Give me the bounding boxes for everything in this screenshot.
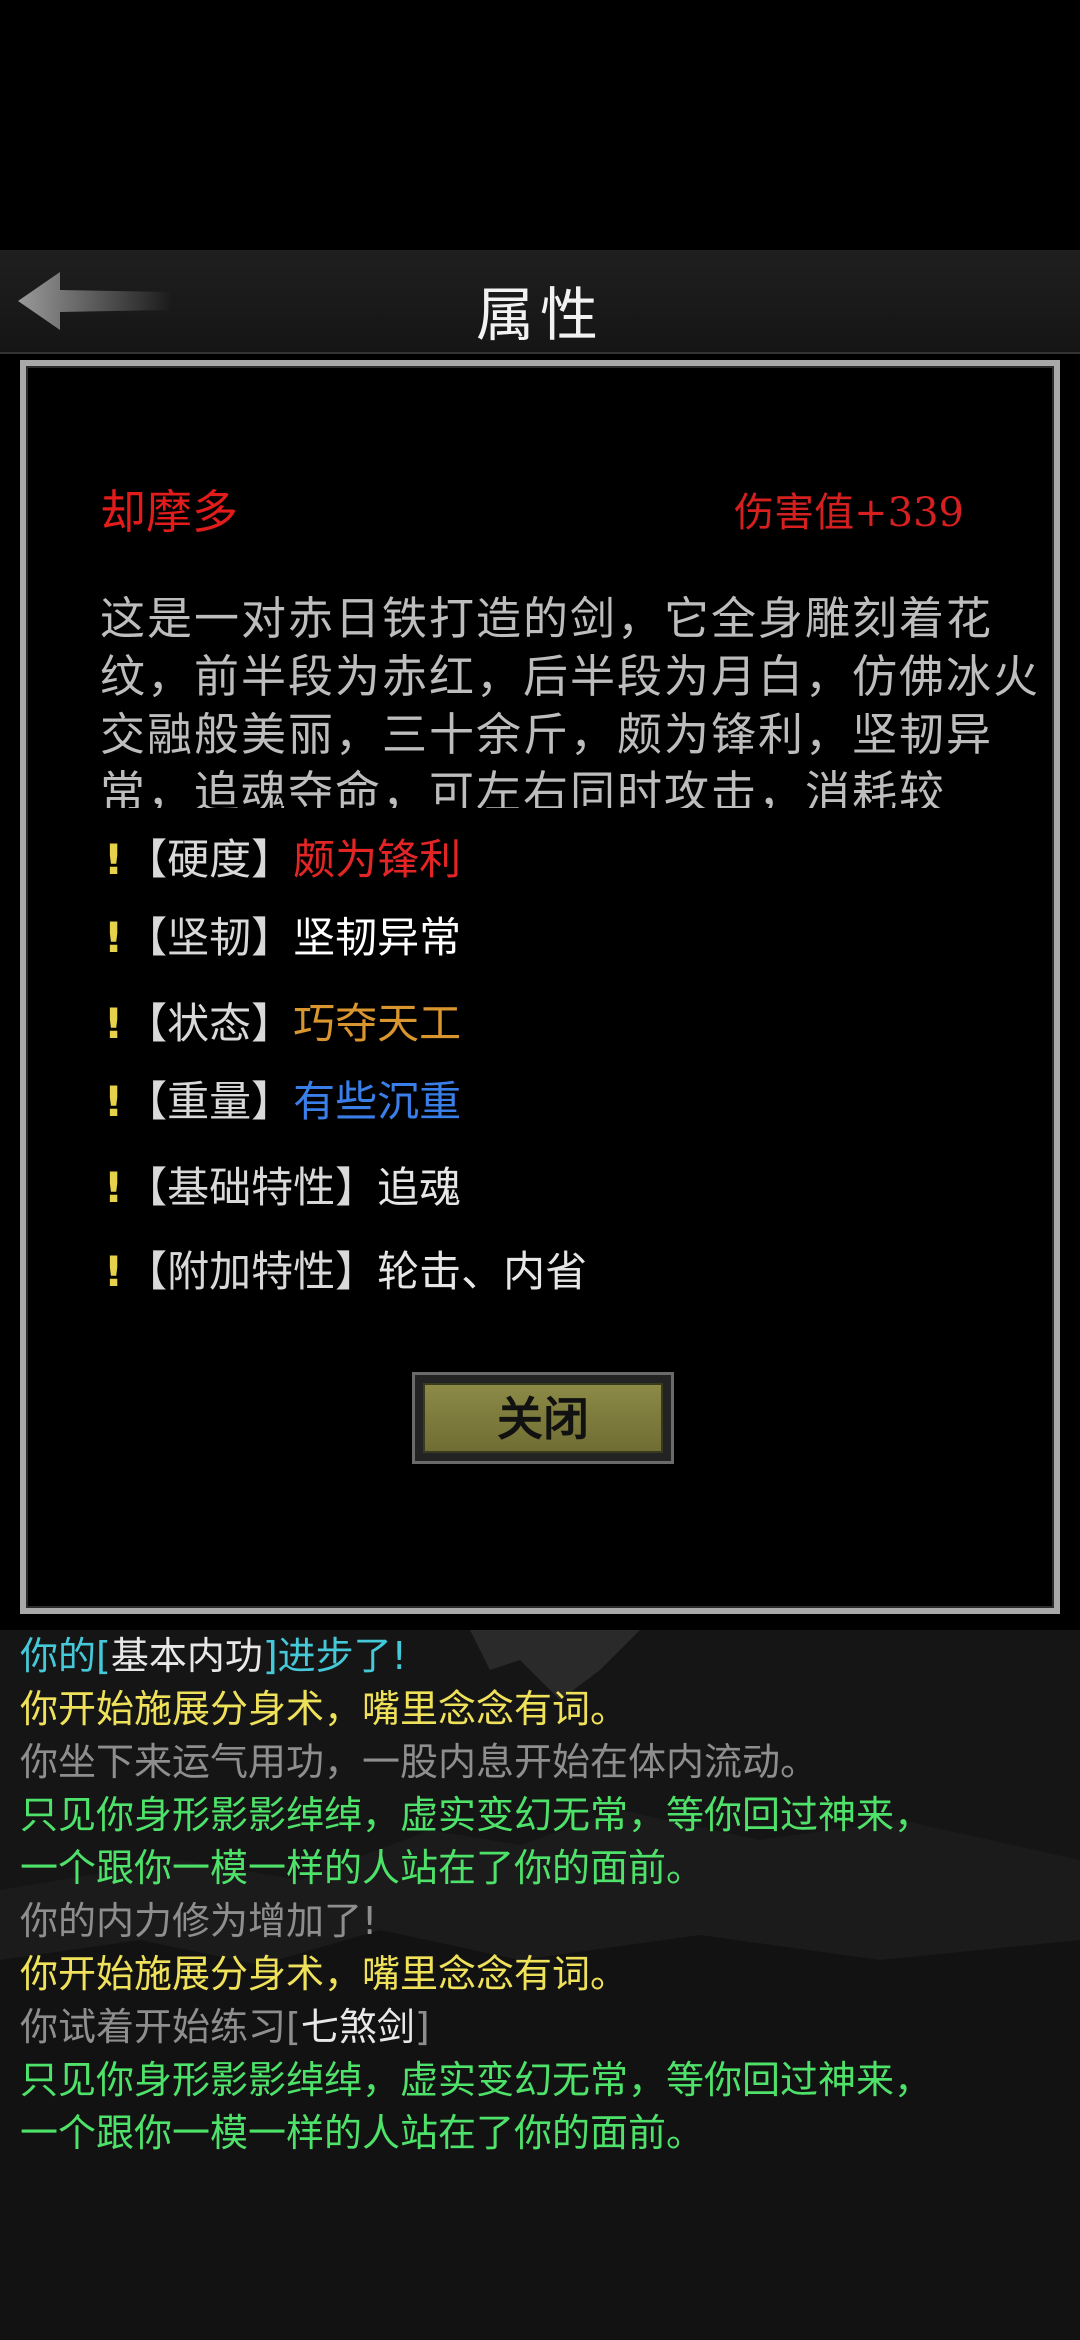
exclamation-icon: ! [104, 913, 124, 962]
attr-row-state: !【状态】巧夺天工 [104, 990, 461, 1051]
log-text: ]进步了! [262, 1634, 407, 1678]
log-line: 一个跟你一模一样的人站在了你的面前。 [20, 2111, 705, 2155]
item-name: 却摩多 [100, 485, 238, 539]
log-line: 你的[基本内功]进步了! [20, 1630, 1070, 1683]
attr-value: 坚韧异常 [293, 913, 462, 962]
attr-row-base-trait: !【基础特性】追魂 [104, 1154, 461, 1215]
log-text: 你试着开始练习[ [20, 2005, 301, 2049]
log-text: 你的[ [20, 1634, 111, 1678]
damage-value: 伤害值+339 [734, 490, 964, 536]
log-line: 你开始施展分身术，嘴里念念有词。 [20, 1687, 629, 1731]
exclamation-icon: ! [104, 1163, 124, 1212]
attr-value: 有些沉重 [293, 1077, 462, 1126]
attr-row-toughness: !【坚韧】坚韧异常 [104, 904, 461, 965]
attr-value: 轮击、内省 [377, 1247, 588, 1296]
exclamation-icon: ! [104, 999, 124, 1048]
message-log[interactable]: 你的[基本内功]进步了! 你开始施展分身术，嘴里念念有词。 你坐下来运气用功，一… [0, 1630, 1080, 2340]
exclamation-icon: ! [104, 1247, 124, 1296]
attr-label: 【坚韧】 [125, 913, 294, 962]
log-line: 只见你身形影影绰绰，虚实变幻无常，等你回过神来， [20, 1793, 933, 1837]
attr-label: 【硬度】 [125, 835, 294, 884]
log-line: 你坐下来运气用功，一股内息开始在体内流动。 [20, 1740, 819, 1784]
exclamation-icon: ! [104, 835, 124, 884]
attr-value: 巧夺天工 [293, 999, 462, 1048]
close-button-label: 关闭 [423, 1383, 663, 1453]
attr-value: 颇为锋利 [293, 835, 462, 884]
status-area [0, 0, 1080, 250]
attr-label: 【重量】 [125, 1077, 294, 1126]
item-description: 这是一对赤日铁打造的剑，它全身雕刻着花纹，前半段为赤红，后半段为月白，仿佛冰火交… [100, 592, 1040, 808]
log-line: 你开始施展分身术，嘴里念念有词。 [20, 1952, 629, 1996]
item-detail-panel: 却摩多 伤害值+339 这是一对赤日铁打造的剑，它全身雕刻着花纹，前半段为赤红，… [20, 360, 1060, 1614]
page-title: 属性 [475, 281, 604, 349]
attr-label: 【状态】 [125, 999, 294, 1048]
log-line: 你的内力修为增加了! [20, 1899, 378, 1943]
close-button[interactable]: 关闭 [412, 1372, 674, 1464]
attr-row-hardness: !【硬度】颇为锋利 [104, 826, 461, 887]
attr-label: 【附加特性】 [125, 1247, 378, 1296]
attr-value: 追魂 [377, 1163, 462, 1212]
attr-row-weight: !【重量】有些沉重 [104, 1068, 461, 1129]
log-line: 一个跟你一模一样的人站在了你的面前。 [20, 1846, 705, 1890]
log-text: ] [414, 2005, 430, 2049]
log-skill-name: 七煞剑 [300, 2005, 415, 2049]
exclamation-icon: ! [104, 1077, 124, 1126]
header-bar: 属性 [0, 250, 1080, 354]
log-lines: 你的[基本内功]进步了! 你开始施展分身术，嘴里念念有词。 你坐下来运气用功，一… [20, 1630, 1070, 2160]
attr-label: 【基础特性】 [125, 1163, 378, 1212]
log-line: 你试着开始练习[七煞剑] [20, 2001, 1070, 2054]
attr-row-extra-trait: !【附加特性】轮击、内省 [104, 1238, 587, 1299]
log-line: 只见你身形影影绰绰，虚实变幻无常，等你回过神来， [20, 2058, 933, 2102]
log-skill-name: 基本内功 [110, 1634, 263, 1678]
